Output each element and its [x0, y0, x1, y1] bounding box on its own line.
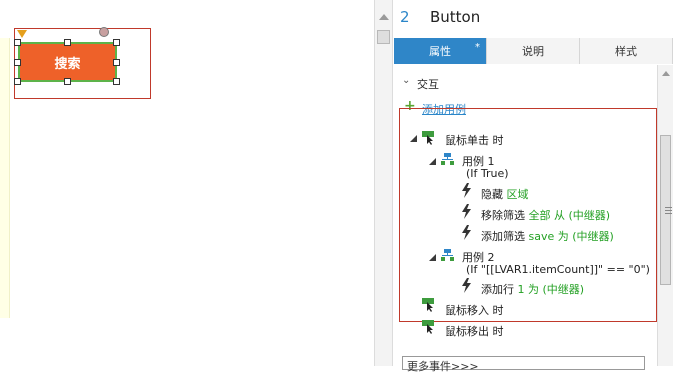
- tab-style[interactable]: 样式: [580, 38, 673, 64]
- resize-handle-sw[interactable]: [14, 78, 21, 85]
- case-icon: [441, 153, 454, 165]
- chevron-down-icon[interactable]: ⌄: [402, 75, 410, 86]
- rotation-handle[interactable]: [99, 27, 109, 37]
- event-onmouseleave[interactable]: 鼠标移出 时: [445, 323, 504, 339]
- scroll-up-icon[interactable]: [379, 14, 389, 20]
- action-item[interactable]: 隐藏 区域: [481, 186, 529, 202]
- search-button-label: 搜索: [54, 56, 81, 72]
- action-lightning-icon: [462, 278, 471, 293]
- event-onmouseenter[interactable]: 鼠标移入 时: [445, 302, 504, 318]
- action-lightning-icon: [462, 204, 471, 219]
- collapse-triangle-icon[interactable]: [410, 135, 417, 142]
- case-condition: (If True): [466, 167, 509, 180]
- case-condition: (If "[[LVAR1.itemCount]]" == "0"): [466, 263, 650, 276]
- properties-scroll-thumb[interactable]: [660, 135, 672, 285]
- mouse-event-icon: [422, 298, 434, 312]
- interactions-heading: 交互: [417, 78, 439, 91]
- properties-scrollbar[interactable]: [657, 65, 673, 366]
- resize-handle-s[interactable]: [64, 78, 71, 85]
- mouse-event-icon: [422, 131, 434, 145]
- widget-name[interactable]: Button: [430, 8, 480, 26]
- flag-handle-icon[interactable]: [17, 30, 27, 38]
- scroll-up-icon[interactable]: [662, 71, 670, 76]
- action-lightning-icon: [462, 225, 471, 240]
- case-icon: [441, 249, 454, 261]
- outer-scrollbar[interactable]: [375, 0, 393, 366]
- event-onclick[interactable]: 鼠标单击 时: [445, 132, 504, 148]
- resize-handle-ne[interactable]: [113, 39, 120, 46]
- action-item[interactable]: 添加行 1 为 (中继器): [481, 281, 584, 297]
- action-lightning-icon: [462, 183, 471, 198]
- tab-properties[interactable]: 属性 *: [394, 38, 487, 64]
- mouse-event-icon: [422, 320, 434, 334]
- outer-scroll-thumb[interactable]: [377, 30, 390, 44]
- modified-marker: *: [475, 42, 480, 53]
- action-item[interactable]: 移除筛选 全部 从 (中继器): [481, 207, 610, 223]
- canvas-guide-area: [0, 38, 10, 318]
- resize-handle-e[interactable]: [113, 59, 120, 66]
- axure-editor: 搜索 2 Button 属性 * 说明 样式 ⌄ 交互 + 添加用例 鼠标单击 …: [0, 0, 673, 373]
- resize-handle-nw[interactable]: [14, 39, 21, 46]
- inspector-tabs: 属性 * 说明 样式: [394, 38, 673, 64]
- search-button-widget[interactable]: 搜索: [18, 42, 117, 82]
- more-events-dropdown[interactable]: 更多事件>>>: [402, 356, 645, 373]
- collapse-triangle-icon[interactable]: [429, 254, 436, 261]
- widget-number: 2: [400, 8, 410, 26]
- tab-notes[interactable]: 说明: [487, 38, 580, 64]
- resize-handle-n[interactable]: [64, 39, 71, 46]
- resize-handle-se[interactable]: [113, 78, 120, 85]
- resize-handle-w[interactable]: [14, 59, 21, 66]
- collapse-triangle-icon[interactable]: [429, 158, 436, 165]
- action-item[interactable]: 添加筛选 save 为 (中继器): [481, 228, 614, 244]
